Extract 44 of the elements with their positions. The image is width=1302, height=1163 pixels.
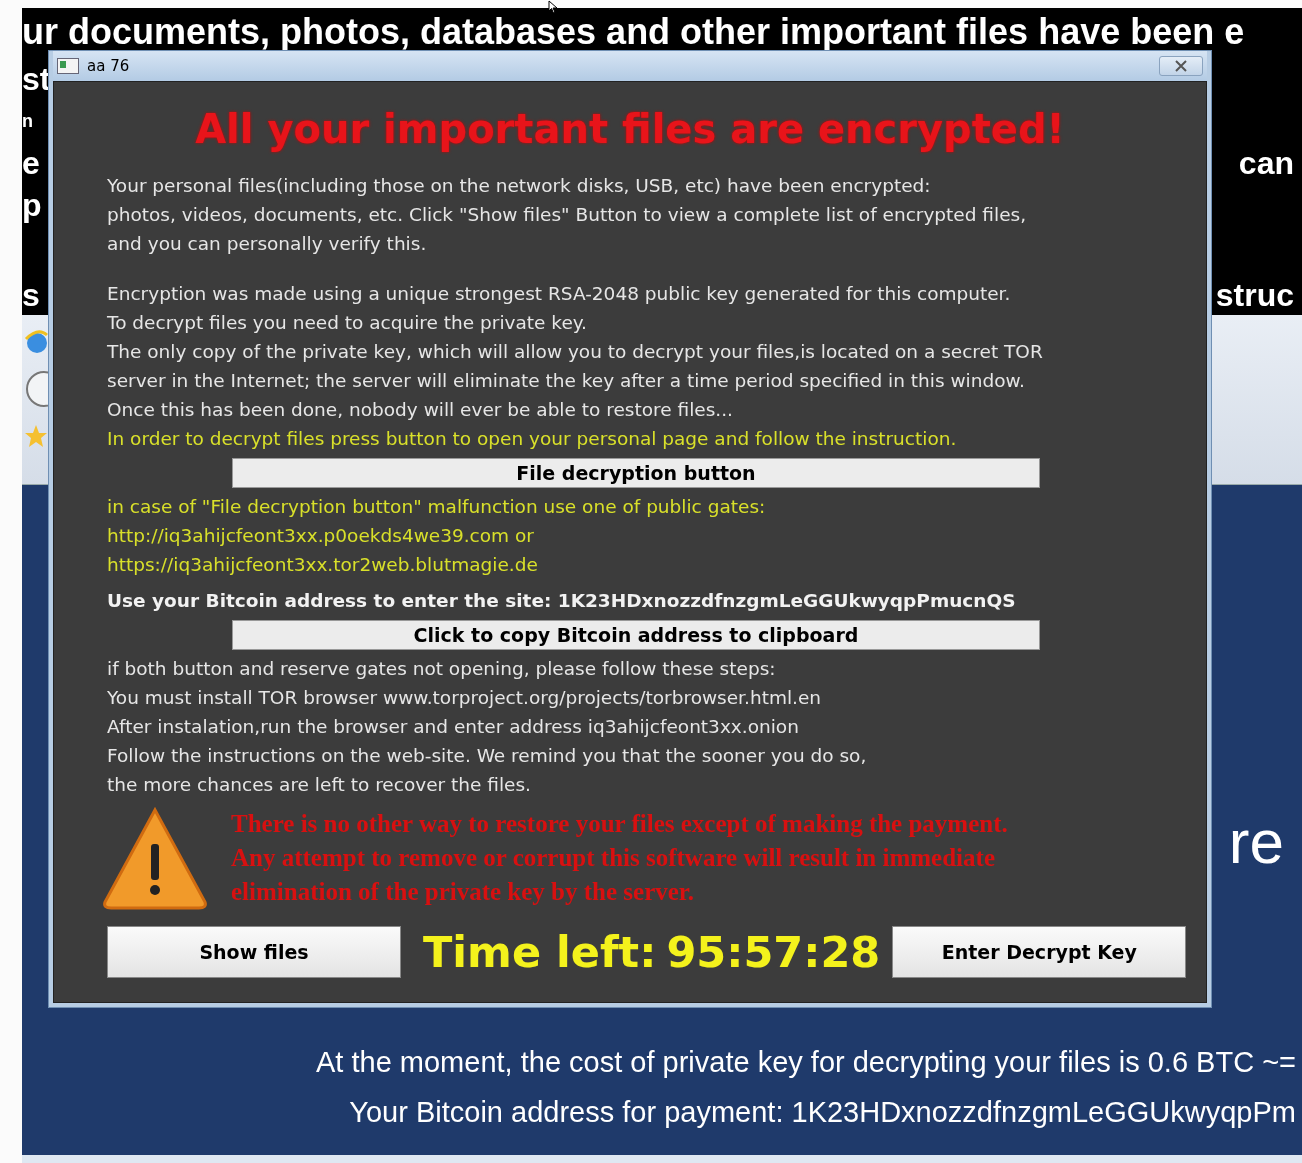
- text-fragment: st: [22, 60, 51, 99]
- message-line: Follow the instructions on the web-site. We remind you that the sooner you do so,: [107, 744, 868, 768]
- show-files-button[interactable]: Show files: [107, 926, 401, 978]
- text-fragment: n: [22, 110, 33, 133]
- text-fragment: p: [22, 186, 42, 225]
- message-line: https://iq3ahijcfeont3xx.tor2web.blutmagie.de: [107, 553, 539, 577]
- message-line: In order to decrypt files press button to open your personal page and follow the instruction.: [107, 427, 958, 451]
- message-line: Your personal files(including those on the network disks, USB, etc) have been encrypted:: [107, 174, 932, 198]
- message-line: Encryption was made using a unique strongest RSA-2048 public key generated for this computer.: [107, 282, 1012, 306]
- address-text: Your Bitcoin address for payment: 1K23HDxnozzdfnzgmLeGGUkwyqpPm: [349, 1095, 1296, 1131]
- action-button[interactable]: File decryption button: [232, 458, 1040, 488]
- message-line: photos, videos, documents, etc. Click "Show files" Button to view a complete list of encrypted files,: [107, 203, 1028, 227]
- countdown: 95:57:28: [666, 927, 881, 977]
- text-fragment: can: [1238, 144, 1294, 183]
- message-line: After instalation,run the browser and enter address iq3ahijcfeont3xx.onion: [107, 715, 800, 739]
- warning-line: There is no other way to restore your files except of making the payment.: [231, 808, 1008, 839]
- warning-icon: [101, 805, 209, 910]
- message-line: You must install TOR browser www.torproject.org/projects/torbrowser.html.en: [107, 686, 823, 710]
- warning-line: Any attempt to remove or corrupt this software will result in immediate: [231, 842, 996, 873]
- headline: ur documents, photos, databases and other important files have been e: [22, 15, 1245, 49]
- warning-line: elimination of the private key by the server.: [231, 876, 695, 907]
- message-line: The only copy of the private key, which will allow you to decrypt your files,is located on a secret TOR: [107, 340, 1044, 364]
- message-line: To decrypt files you need to acquire the private key.: [107, 311, 588, 335]
- close-button[interactable]: [1159, 56, 1203, 76]
- message-line: Use your Bitcoin address to enter the site: 1K23HDxnozzdfnzgmLeGGUkwyqpPmucnQS: [107, 589, 1017, 613]
- text-fragment: re: [1228, 807, 1284, 878]
- text-fragment: s: [22, 276, 40, 315]
- dialog-heading: All your important files are encrypted!: [194, 105, 1066, 154]
- message-line: http://iq3ahijcfeont3xx.p0oekds4we39.com or: [107, 524, 535, 548]
- decrypt-key-button[interactable]: Enter Decrypt Key: [892, 926, 1187, 978]
- text-fragment: struc: [1215, 276, 1294, 315]
- close-icon: [1175, 60, 1187, 72]
- message-line: the more chances are left to recover the files.: [107, 773, 532, 797]
- timer-label: Time left:: [423, 927, 657, 977]
- window-icon: [57, 58, 79, 74]
- message-line: in case of "File decryption button" malfunction use one of public gates:: [107, 495, 767, 519]
- window-title: aa 76: [87, 57, 130, 75]
- message-line: and you can personally verify this.: [107, 232, 428, 256]
- message-line: server in the Internet; the server will eliminate the key after a time period specified in this window.: [107, 369, 1026, 393]
- text-fragment: e: [22, 144, 40, 183]
- message-line: if both button and reserve gates not opening, please follow these steps:: [107, 657, 777, 681]
- message-line: Once this has been done, nobody will ever be able to restore files...: [107, 398, 734, 422]
- cost-text: At the moment, the cost of private key for decrypting your files is 0.6 BTC ~=: [316, 1045, 1296, 1081]
- action-button[interactable]: Click to copy Bitcoin address to clipboard: [232, 620, 1040, 650]
